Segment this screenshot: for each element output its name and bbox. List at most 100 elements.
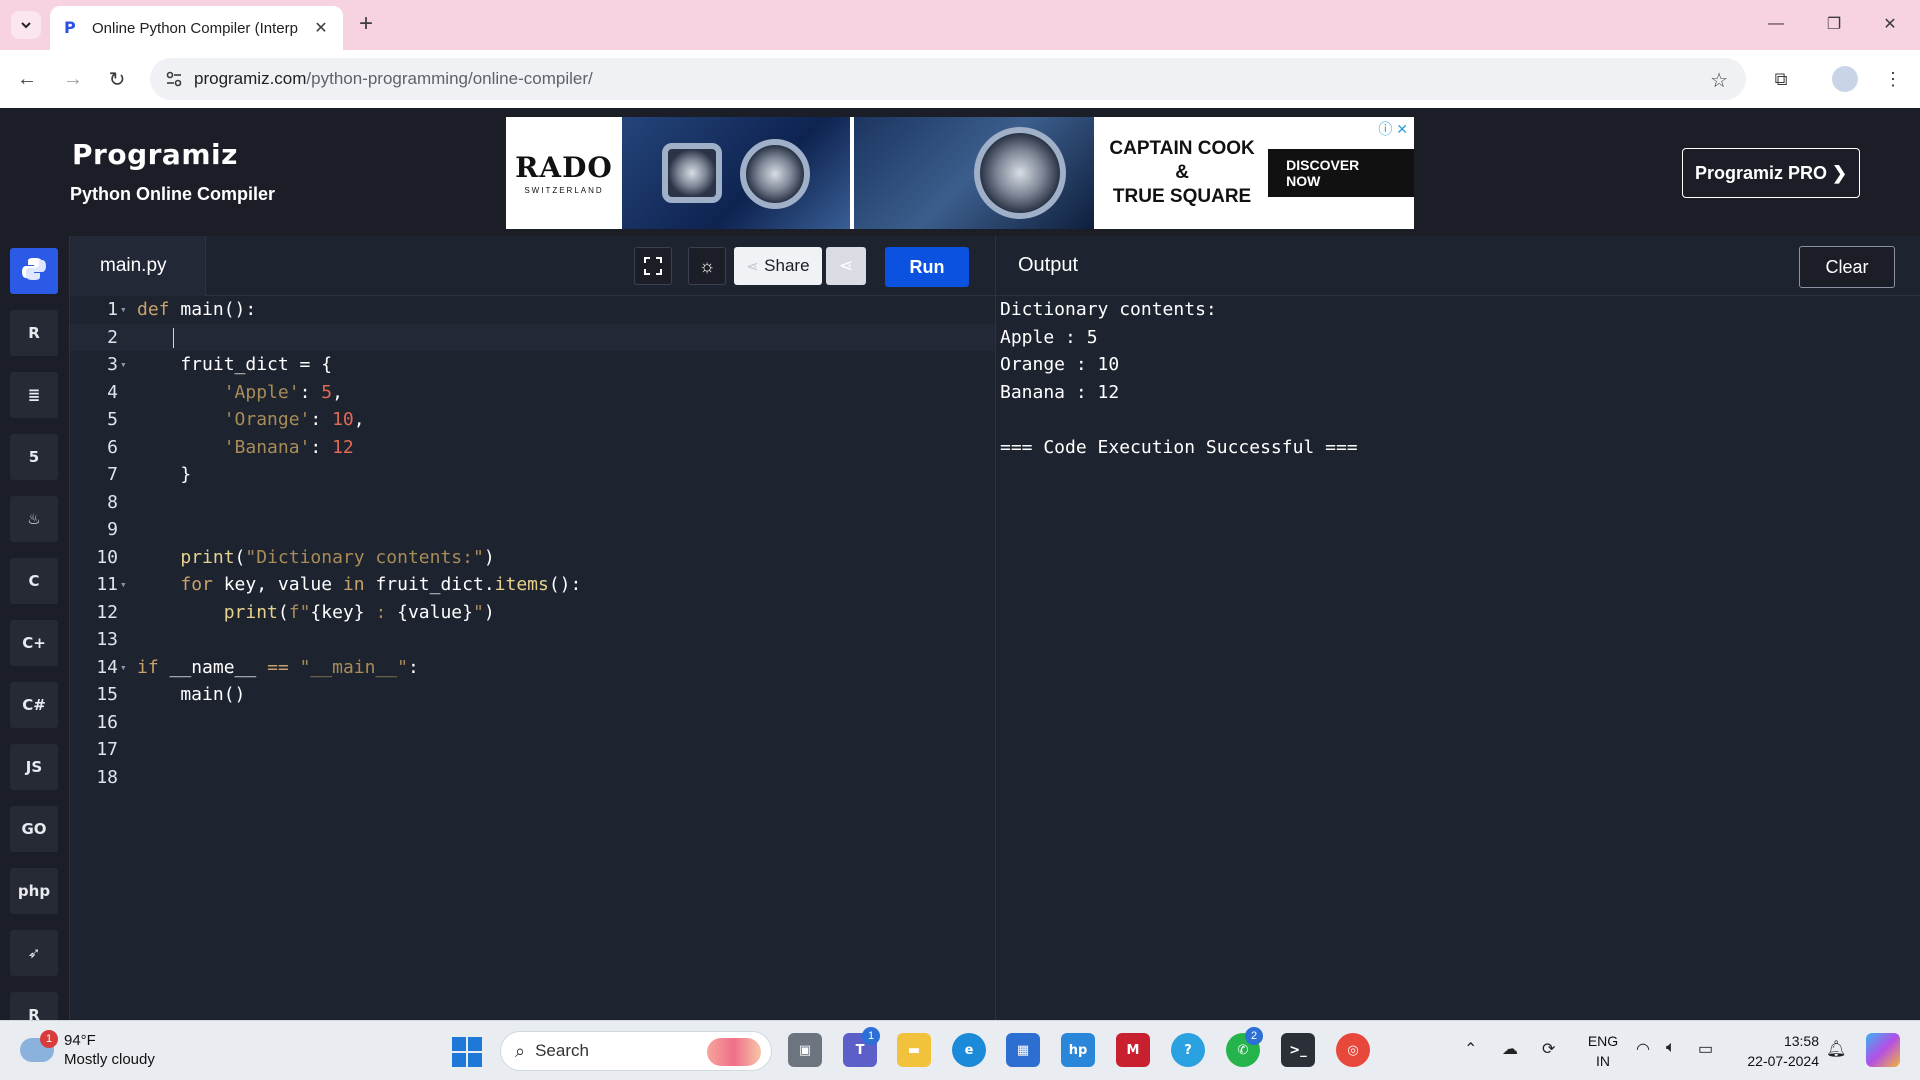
volume-icon[interactable]: 🔈︎ [1666, 1039, 1676, 1057]
sidebar-lang-html[interactable]: 5 [10, 434, 58, 480]
cpp-icon: C+ [22, 634, 46, 652]
java-icon: ♨ [27, 510, 41, 528]
extensions-icon[interactable]: ⧉ [1766, 64, 1796, 94]
code-line[interactable]: 17 [70, 736, 995, 764]
fold-arrow-icon[interactable]: ▾ [120, 351, 127, 379]
html-icon: 5 [28, 448, 40, 466]
sidebar-lang-java[interactable]: ♨ [10, 496, 58, 542]
sidebar-lang-csharp[interactable]: C# [10, 682, 58, 728]
code-line[interactable]: 6 'Banana': 12 [70, 434, 995, 462]
sidebar-lang-sql[interactable]: ≣ [10, 372, 58, 418]
site-info-icon[interactable] [154, 70, 194, 88]
wifi-icon[interactable]: ◠ [1636, 1039, 1650, 1059]
output-title: Output [1018, 254, 1079, 276]
file-tab-main-py[interactable]: main.py [70, 236, 206, 296]
minimize-icon[interactable]: — [1752, 8, 1800, 40]
onedrive-icon[interactable]: ☁ [1502, 1039, 1518, 1059]
programiz-pro-button[interactable]: Programiz PRO ❯ [1682, 148, 1860, 198]
code-line[interactable]: 16 [70, 709, 995, 737]
code-line[interactable]: 2 [70, 323, 995, 351]
code-line[interactable]: 11 ▾ for key, value in fruit_dict.items()… [70, 571, 995, 599]
restore-icon[interactable]: ❐ [1810, 8, 1858, 40]
sidebar-lang-cpp[interactable]: C+ [10, 620, 58, 666]
edge-icon[interactable]: e [952, 1033, 986, 1067]
forward-icon[interactable]: → [58, 64, 88, 94]
chrome-icon[interactable]: ◎ [1336, 1033, 1370, 1067]
sidebar-lang-javascript[interactable]: JS [10, 744, 58, 790]
code-line[interactable]: 10 print("Dictionary contents:") [70, 544, 995, 572]
bookmark-star-icon[interactable]: ☆ [1710, 68, 1728, 93]
address-bar[interactable]: programiz.com/python-programming/online-… [150, 58, 1746, 100]
code-line[interactable]: 12 print(f"{key} : {value}") [70, 599, 995, 627]
file-explorer-icon[interactable]: ▬ [897, 1033, 931, 1067]
copilot-icon[interactable] [1866, 1033, 1900, 1067]
python-icon [21, 256, 47, 286]
code-editor[interactable]: 1 ▾ def main(): 2 3 ▾ fruit_dict = {4 'Apple'… [70, 296, 995, 1020]
sidebar-lang-c[interactable]: C [10, 558, 58, 604]
store-icon[interactable]: ▦ [1006, 1033, 1040, 1067]
ad-headline-line1: CAPTAIN COOK & [1109, 138, 1255, 183]
code-line[interactable]: 14 ▾ if __name__ == "__main__": [70, 654, 995, 682]
battery-icon[interactable]: ▭ [1698, 1039, 1713, 1059]
task-view-icon[interactable]: ▣ [788, 1033, 822, 1067]
code-line[interactable]: 8 [70, 489, 995, 517]
code-token: " [472, 601, 484, 623]
close-tab-icon[interactable]: ✕ [311, 18, 331, 38]
theme-toggle-button[interactable]: ☼ [688, 247, 726, 285]
code-line[interactable]: 7 } [70, 461, 995, 489]
weather-widget[interactable]: 1 94°F Mostly cloudy [20, 1030, 155, 1069]
sync-icon[interactable]: ⟳ [1542, 1039, 1555, 1059]
terminal-icon[interactable]: >_ [1281, 1033, 1315, 1067]
code-line[interactable]: 4 'Apple': 5, [70, 379, 995, 407]
programiz-logo[interactable]: Programiz [72, 138, 238, 171]
sidebar-lang-python[interactable] [10, 248, 58, 294]
show-hidden-icons[interactable]: ⌃ [1464, 1039, 1477, 1059]
code-line[interactable]: 18 [70, 764, 995, 792]
close-window-icon[interactable]: ✕ [1866, 8, 1914, 40]
browser-menu-icon[interactable]: ⋮ [1878, 64, 1908, 94]
code-line[interactable]: 5 'Orange': 10, [70, 406, 995, 434]
sidebar-lang-r[interactable]: R [10, 310, 58, 356]
input-language[interactable]: ENG IN [1584, 1031, 1622, 1071]
run-button[interactable]: Run [885, 247, 969, 287]
mcafee-icon[interactable]: M [1116, 1033, 1150, 1067]
lang-line2: IN [1596, 1053, 1610, 1069]
reload-icon[interactable]: ↻ [102, 64, 132, 94]
myhp-icon[interactable]: hp [1061, 1033, 1095, 1067]
notification-bell-icon[interactable]: 🔔︎ [1826, 1039, 1846, 1059]
code-token: print [180, 546, 235, 568]
share-options-button[interactable]: ⋖ [826, 247, 866, 285]
windows-taskbar: 1 94°F Mostly cloudy ⌕ Search ▣ T 1 ▬ e … [0, 1020, 1920, 1080]
share-icon: ⋖ [746, 257, 759, 274]
code-line[interactable]: 15 main() [70, 681, 995, 709]
windows-start-icon[interactable] [452, 1037, 482, 1067]
help-icon[interactable]: ? [1171, 1033, 1205, 1067]
ad-watch-image-2 [854, 117, 1094, 229]
ad-choices-icon[interactable]: ⓘ ✕ [1378, 119, 1408, 139]
taskbar-search[interactable]: ⌕ Search [500, 1031, 772, 1071]
ad-cta-button[interactable]: DISCOVER NOW [1268, 149, 1414, 197]
fold-arrow-icon[interactable]: ▾ [120, 571, 127, 599]
new-tab-button[interactable]: + [352, 10, 380, 38]
back-icon[interactable]: ← [12, 64, 42, 94]
tab-search-button[interactable] [11, 11, 41, 39]
browser-tab[interactable]: P Online Python Compiler (Interp ✕ [50, 6, 343, 50]
code-line[interactable]: 13 [70, 626, 995, 654]
fold-arrow-icon[interactable]: ▾ [120, 296, 127, 324]
code-line[interactable]: 1 ▾ def main(): [70, 296, 995, 324]
code-line[interactable]: 3 ▾ fruit_dict = { [70, 351, 995, 379]
clear-button[interactable]: Clear [1799, 246, 1895, 288]
sidebar-lang-swift[interactable]: ➶ [10, 930, 58, 976]
editor-toolbar: main.py ☼ ⋖ Share ⋖ Run [70, 236, 995, 296]
output-console[interactable]: Dictionary contents: Apple : 5 Orange : 10… [995, 296, 1920, 1020]
fold-arrow-icon[interactable]: ▾ [120, 654, 127, 682]
profile-avatar[interactable] [1830, 64, 1860, 94]
share-button[interactable]: ⋖ Share [734, 247, 822, 285]
fullscreen-button[interactable] [634, 247, 672, 285]
sidebar-lang-go[interactable]: GO [10, 806, 58, 852]
advertisement-banner[interactable]: RADO SWITZERLAND CAPTAIN COOK & TRUE SQU… [506, 117, 1414, 229]
code-line[interactable]: 9 [70, 516, 995, 544]
sidebar-lang-php[interactable]: php [10, 868, 58, 914]
system-clock[interactable]: 13:58 22-07-2024 [1737, 1031, 1819, 1071]
